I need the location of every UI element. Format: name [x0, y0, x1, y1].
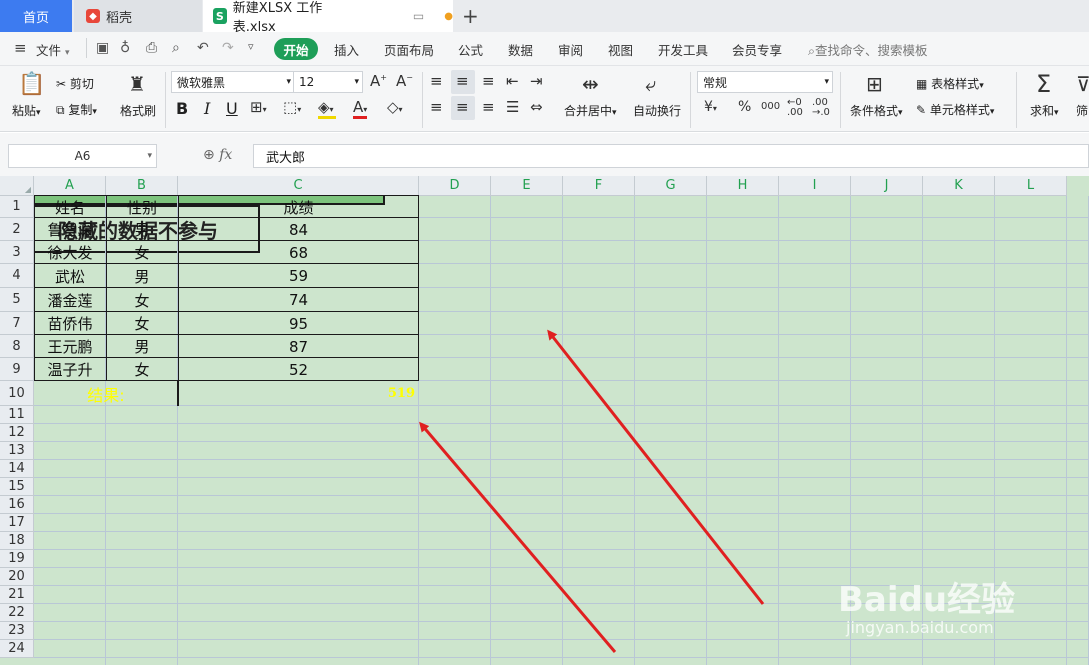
- arrow-to-result: [419, 421, 617, 653]
- annotation-arrows: [419, 329, 765, 653]
- arrow-to-hidden-row: [547, 329, 765, 605]
